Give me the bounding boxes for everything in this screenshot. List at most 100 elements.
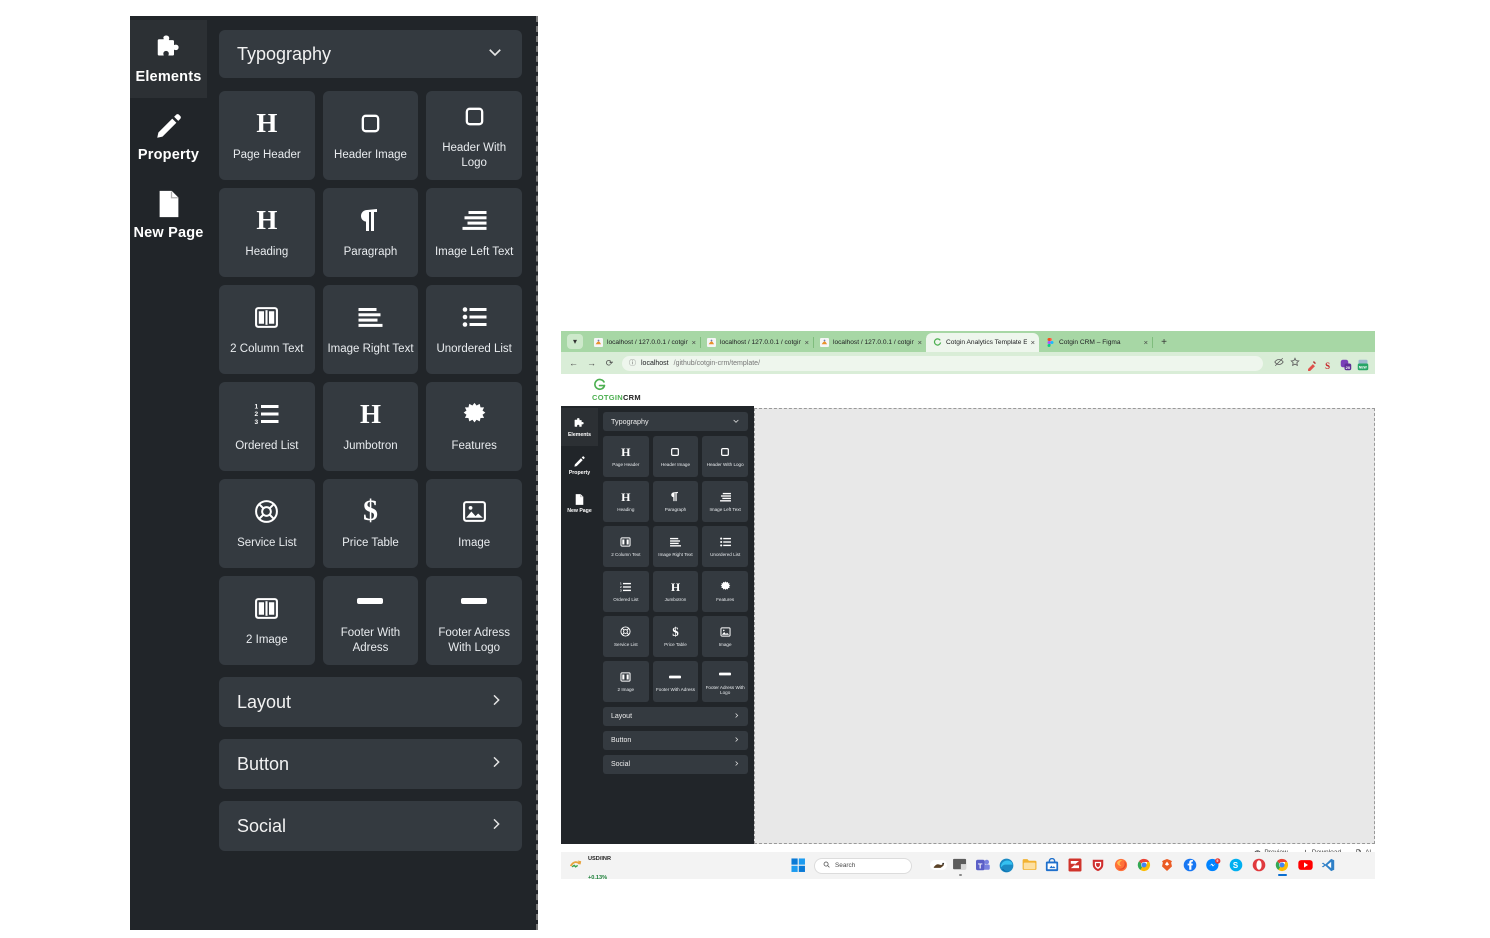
- template-canvas[interactable]: [754, 408, 1375, 844]
- stripe-extension-icon[interactable]: S: [1323, 358, 1334, 370]
- tab-close-icon[interactable]: ×: [1031, 338, 1035, 347]
- tab-search-chevron-icon[interactable]: ▾: [567, 334, 583, 349]
- file-explorer-icon[interactable]: [953, 858, 968, 876]
- element-card-paragraph[interactable]: Paragraph: [322, 188, 419, 277]
- rail-item-new-page[interactable]: New Page: [561, 484, 598, 522]
- google-chrome-icon[interactable]: [1137, 858, 1152, 873]
- address-bar[interactable]: ⓘ localhost/github/cotgin-crm/template/: [622, 355, 1263, 371]
- browser-tab-3[interactable]: localhost / 127.0.0.1 / cotgin_cr ×: [813, 333, 927, 352]
- element-card-footer-with-adress[interactable]: Footer With Adress: [322, 576, 419, 665]
- opera-icon[interactable]: [1252, 858, 1267, 873]
- element-card-image-right-text[interactable]: Image Right Text: [322, 285, 419, 374]
- shield-app-icon[interactable]: [1091, 858, 1106, 873]
- editor-rail: Elements Property New Page: [561, 406, 598, 844]
- el-paragraph[interactable]: Paragraph: [652, 481, 699, 522]
- el-price-table[interactable]: $ Price Table: [652, 616, 699, 657]
- chrome-active-icon[interactable]: [1275, 858, 1290, 876]
- back-icon[interactable]: ←: [568, 358, 579, 368]
- element-card-page-header[interactable]: H Page Header: [219, 91, 315, 180]
- element-card-image[interactable]: Image: [426, 479, 522, 568]
- youtube-icon[interactable]: [1298, 858, 1313, 873]
- element-card-jumbotron[interactable]: H Jumbotron: [322, 382, 419, 471]
- chevron-right-icon: [733, 712, 740, 721]
- taskbar-widget-usd-inr[interactable]: USD/INR +0.13%: [561, 847, 791, 884]
- panel-section-button[interactable]: Button: [603, 731, 748, 750]
- info-circle-icon[interactable]: ⓘ: [629, 358, 636, 368]
- element-card-heading[interactable]: H Heading: [219, 188, 315, 277]
- browser-tab-4[interactable]: Cotgin Analytics Template Edito ×: [926, 333, 1039, 352]
- section-social[interactable]: Social: [219, 801, 522, 851]
- element-card-2-column-text[interactable]: 2 Column Text: [219, 285, 315, 374]
- el-2-image[interactable]: 2 Image: [603, 661, 649, 702]
- browser-tab-1[interactable]: localhost / 127.0.0.1 / cotgin_cr ×: [587, 333, 701, 352]
- el-header-with-logo[interactable]: Header With Logo: [702, 436, 748, 477]
- el-label: Ordered List: [613, 597, 639, 603]
- bookmark-star-icon[interactable]: [1290, 357, 1300, 369]
- el-2-column-text[interactable]: 2 Column Text: [603, 526, 649, 567]
- reload-icon[interactable]: ⟳: [604, 358, 615, 369]
- rail-item-property[interactable]: Property: [561, 446, 598, 484]
- element-card-features[interactable]: Features: [426, 382, 522, 471]
- usd-inr-change: +0.13%: [588, 874, 608, 881]
- messenger-icon[interactable]: 9: [1206, 858, 1221, 873]
- microsoft-edge-icon[interactable]: [999, 858, 1014, 873]
- folder-icon[interactable]: [1022, 858, 1037, 873]
- el-image[interactable]: Image: [702, 616, 748, 657]
- el-image-right-text[interactable]: Image Right Text: [652, 526, 699, 567]
- rail-item-elements[interactable]: Elements: [561, 408, 598, 446]
- sidebar-item-property[interactable]: Property: [130, 98, 207, 176]
- element-card-ordered-list[interactable]: 1 2 3 Ordered List: [219, 382, 315, 471]
- eye-slash-icon[interactable]: [1274, 357, 1284, 369]
- skype-icon[interactable]: S: [1229, 858, 1244, 873]
- tab-close-icon[interactable]: ×: [1144, 338, 1148, 347]
- browser-tab-2[interactable]: localhost / 127.0.0.1 / cotgin_cr ×: [700, 333, 814, 352]
- purple-extension-icon[interactable]: 20: [1340, 358, 1352, 370]
- taskbar-search-input[interactable]: Search: [814, 857, 912, 874]
- el-heading[interactable]: H Heading: [603, 481, 649, 522]
- typography-section-header[interactable]: Typography: [219, 30, 522, 78]
- section-layout[interactable]: Layout: [219, 677, 522, 727]
- windows-start-icon[interactable]: [791, 858, 806, 873]
- element-card-service-list[interactable]: Service List: [219, 479, 315, 568]
- element-card-2-image[interactable]: 2 Image: [219, 576, 315, 665]
- el-page-header[interactable]: H Page Header: [603, 436, 649, 477]
- el-features[interactable]: Features: [702, 571, 748, 612]
- facebook-icon[interactable]: [1183, 858, 1198, 873]
- el-unordered-list[interactable]: Unordered List: [702, 526, 748, 567]
- element-card-unordered-list[interactable]: Unordered List: [426, 285, 522, 374]
- sidebar-item-new-page[interactable]: New Page: [130, 176, 207, 254]
- browser-tab-5[interactable]: Cotgin CRM – Figma ×: [1039, 333, 1153, 352]
- element-card-price-table[interactable]: $ Price Table: [322, 479, 419, 568]
- new-tab-button[interactable]: +: [1157, 335, 1171, 349]
- tab-close-icon[interactable]: ×: [805, 338, 809, 347]
- brave-browser-icon[interactable]: [1160, 858, 1175, 873]
- el-footer-with-adress[interactable]: Footer With Adress: [652, 661, 699, 702]
- green-extension-icon[interactable]: NEW: [1357, 358, 1369, 370]
- color-picker-extension-icon[interactable]: [1306, 358, 1317, 371]
- el-jumbotron[interactable]: H Jumbotron: [652, 571, 699, 612]
- element-card-image-left-text[interactable]: Image Left Text: [426, 188, 522, 277]
- vs-code-icon[interactable]: [1321, 858, 1336, 873]
- section-button[interactable]: Button: [219, 739, 522, 789]
- element-card-header-with-logo[interactable]: Header With Logo: [426, 91, 522, 180]
- chevron-right-icon: [733, 736, 740, 745]
- element-card-footer-adress-with-logo[interactable]: Footer Adress With Logo: [426, 576, 522, 665]
- forward-icon[interactable]: →: [586, 358, 597, 368]
- typography-header[interactable]: Typography: [603, 412, 748, 431]
- panel-section-social[interactable]: Social: [603, 755, 748, 774]
- el-image-left-text[interactable]: Image Left Text: [702, 481, 748, 522]
- microsoft-teams-icon[interactable]: T: [976, 858, 991, 873]
- el-footer-adress-with-logo[interactable]: Footer Adress With Logo: [702, 661, 748, 702]
- firefox-icon[interactable]: [1114, 858, 1129, 873]
- tab-close-icon[interactable]: ×: [918, 338, 922, 347]
- filezilla-icon[interactable]: [1068, 858, 1083, 873]
- tab-close-icon[interactable]: ×: [692, 338, 696, 347]
- element-card-header-image[interactable]: Header Image: [322, 91, 419, 180]
- sidebar-item-elements[interactable]: Elements: [130, 20, 207, 98]
- el-header-image[interactable]: Header Image: [652, 436, 699, 477]
- panel-section-layout[interactable]: Layout: [603, 707, 748, 726]
- el-service-list[interactable]: Service List: [603, 616, 649, 657]
- el-ordered-list[interactable]: 123 Ordered List: [603, 571, 649, 612]
- copilot-weasel-icon[interactable]: [930, 858, 947, 873]
- microsoft-store-icon[interactable]: [1045, 857, 1060, 873]
